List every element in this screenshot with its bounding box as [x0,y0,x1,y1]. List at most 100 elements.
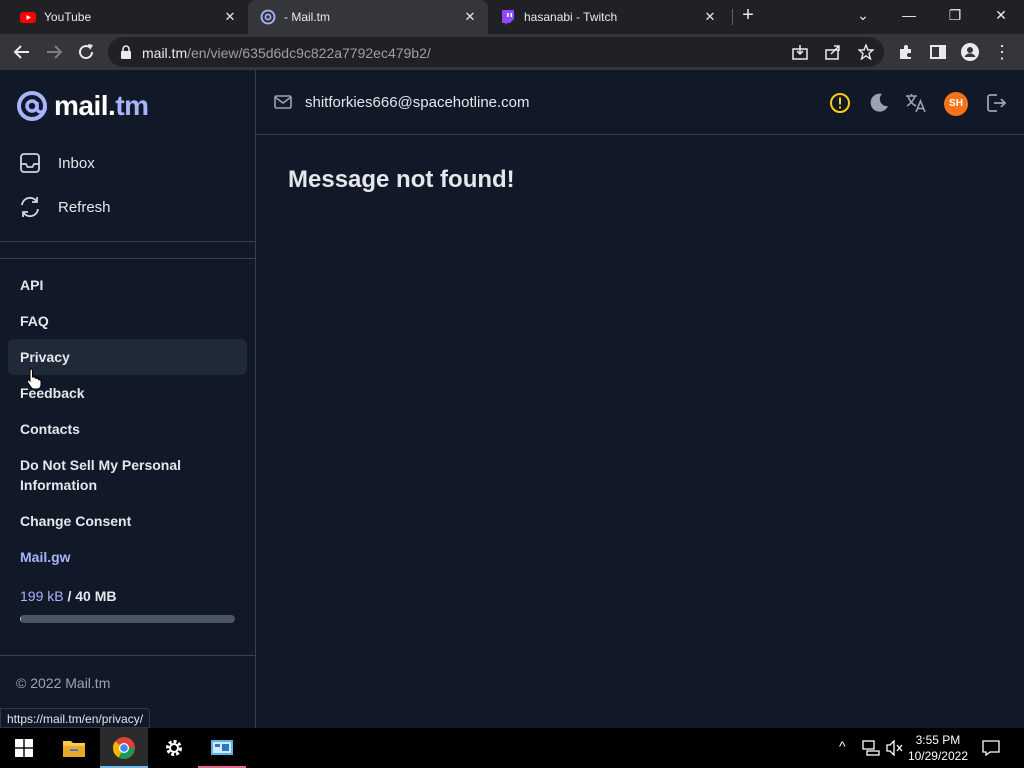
network-icon[interactable] [862,740,880,756]
mail-icon [274,95,292,109]
profile-icon[interactable] [960,42,980,62]
install-app-icon[interactable] [792,44,808,60]
close-tab-icon[interactable]: ✕ [462,9,478,25]
extensions-icon[interactable] [898,44,914,60]
sidebar-item-inbox[interactable]: Inbox [16,145,248,181]
taskbar-clock[interactable]: 3:55 PM 10/29/2022 [908,732,968,764]
side-panel-icon[interactable] [930,44,946,60]
sidebar-item-refresh[interactable]: Refresh [16,189,248,225]
address-bar[interactable]: mail.tm/en/view/635d6dc9c822a7792ec479b2… [108,37,884,67]
clock-date: 10/29/2022 [907,749,968,763]
url-text[interactable]: mail.tm/en/view/635d6dc9c822a7792ec479b2… [142,45,431,61]
close-tab-icon[interactable]: ✕ [222,9,238,25]
logo-main: mail. [54,90,116,121]
link-label: FAQ [20,313,49,329]
refresh-icon [21,196,39,218]
window-close-icon[interactable]: ✕ [978,0,1024,30]
inbox-icon [20,153,40,173]
restore-icon[interactable]: ❐ [932,0,978,30]
link-mail-gw[interactable]: Mail.gw [8,539,247,575]
logo-accent: tm [115,90,149,121]
logout-icon[interactable] [984,91,1008,115]
gear-icon [166,740,182,756]
tab-search-icon[interactable]: ⌄ [840,0,886,30]
tab-twitch[interactable]: hasanabi - Twitch ✕ [488,0,728,34]
mailtm-page: mail.tm Inbox Refresh API FAQ Privacy Fe… [0,70,1024,728]
link-faq[interactable]: FAQ [8,303,247,339]
link-do-not-sell[interactable]: Do Not Sell My Personal Information [8,451,247,499]
taskbar-settings[interactable] [150,728,198,768]
notifications-icon[interactable] [982,740,1000,756]
sidebar: mail.tm Inbox Refresh API FAQ Privacy Fe… [0,70,256,728]
tab-title: - Mail.tm [284,10,330,24]
url-host: mail.tm [142,45,188,61]
storage-progress-bar [20,615,235,623]
storage-total: / 40 MB [67,588,117,604]
link-label: Do Not Sell My Personal Information [20,457,182,493]
sidebar-item-label: Inbox [58,154,95,172]
minimize-icon[interactable]: — [886,0,932,30]
at-sign-icon [17,91,47,121]
page-message: Message not found! [288,166,515,193]
url-path: /en/view/635d6dc9c822a7792ec479b2/ [187,45,431,61]
windows-taskbar: ^ 3:55 PM 10/29/2022 [0,728,1024,768]
link-label: Contacts [20,421,80,437]
page-header: shitforkies666@spacehotline.com SH [256,70,1024,135]
tab-title: YouTube [44,10,92,24]
status-bar-url: https://mail.tm/en/privacy/ [0,708,151,728]
link-contacts[interactable]: Contacts [8,411,247,447]
taskbar-file-explorer[interactable] [50,728,98,768]
dark-mode-moon-icon[interactable] [867,91,891,115]
link-label: Mail.gw [20,549,71,565]
sidebar-item-label: Refresh [58,198,111,216]
link-api[interactable]: API [8,267,247,303]
link-feedback[interactable]: Feedback [8,375,247,411]
divider [0,655,256,656]
chrome-menu-icon[interactable]: ⋮ [990,40,1014,64]
tab-title: hasanabi - Twitch [524,10,618,24]
storage-usage: 199 kB / 40 MB [20,588,117,604]
divider [0,258,256,259]
forward-icon[interactable] [42,40,66,64]
link-label: Change Consent [20,513,132,529]
tab-youtube[interactable]: YouTube ✕ [8,0,248,34]
link-label: API [20,277,44,293]
twitch-icon [502,10,514,25]
tab-mailtm[interactable]: - Mail.tm ✕ [248,0,488,34]
share-icon[interactable] [825,44,841,60]
mailtm-icon [260,9,276,25]
divider [0,241,256,242]
browser-toolbar: mail.tm/en/view/635d6dc9c822a7792ec479b2… [0,34,1024,70]
lock-icon [121,45,131,59]
chrome-icon [112,737,135,759]
link-change-consent[interactable]: Change Consent [8,503,247,539]
clock-time: 3:55 PM [915,733,961,747]
start-button[interactable] [0,728,48,768]
back-icon[interactable] [10,40,34,64]
close-tab-icon[interactable]: ✕ [702,9,718,25]
bookmark-star-icon[interactable] [858,44,874,60]
reload-icon[interactable] [74,40,98,64]
taskbar-control-panel[interactable] [198,728,246,768]
folder-icon [63,741,85,757]
current-email-address[interactable]: shitforkies666@spacehotline.com [305,94,530,111]
youtube-icon [20,12,36,23]
volume-muted-icon[interactable] [886,740,904,756]
warning-icon[interactable] [828,91,852,115]
new-tab-icon[interactable]: + [725,0,771,30]
avatar[interactable]: SH [944,92,968,116]
show-hidden-icons-chevron[interactable]: ^ [839,738,846,754]
taskbar-chrome[interactable] [100,728,148,768]
control-panel-icon [211,740,233,755]
windows-logo-icon [15,739,33,757]
link-label: Privacy [20,349,70,365]
storage-progress-fill [20,615,22,623]
copyright: © 2022 Mail.tm [16,675,111,691]
browser-tab-strip: YouTube ✕ - Mail.tm ✕ hasanabi - Twitch … [0,0,1024,34]
mailtm-logo[interactable]: mail.tm [16,88,149,124]
hand-cursor-icon [26,368,42,390]
translate-icon[interactable] [904,91,928,115]
link-privacy[interactable]: Privacy [8,339,247,375]
logo-text: mail.tm [54,90,149,122]
storage-used: 199 kB [20,588,64,604]
